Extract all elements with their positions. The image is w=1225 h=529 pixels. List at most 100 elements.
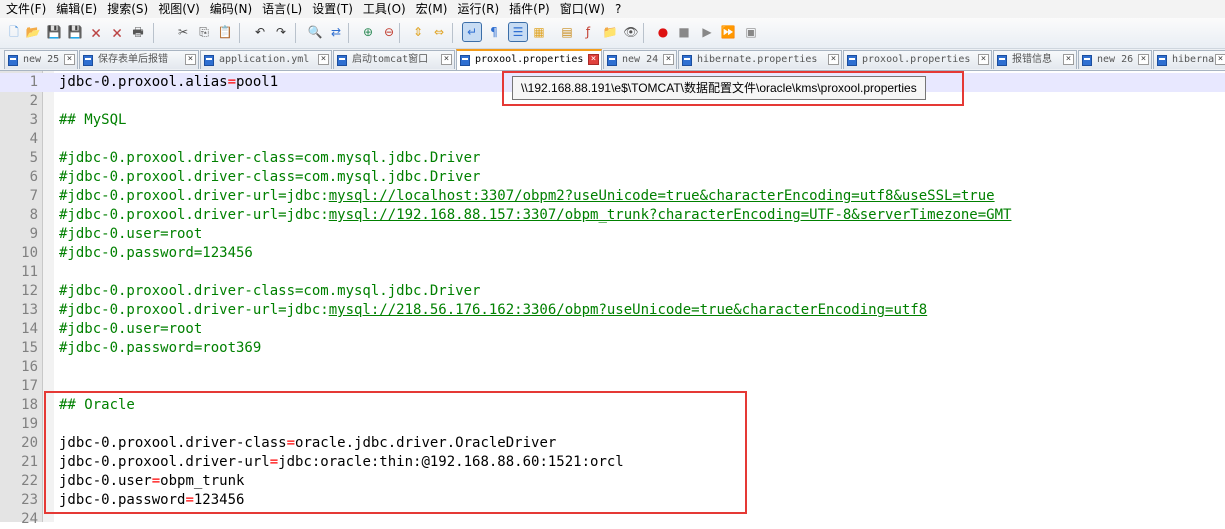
menu-edit[interactable]: 编辑(E) xyxy=(50,0,97,18)
url-link[interactable]: mysql://218.56.176.162:3306/obpm?useUnic… xyxy=(329,302,927,318)
menu-search[interactable]: 搜索(S) xyxy=(101,0,148,18)
line-number: 5 xyxy=(29,150,38,166)
folder-workspace-icon[interactable]: 📁 xyxy=(601,23,619,41)
playback-icon[interactable]: ▶ xyxy=(698,23,716,41)
file-saved-icon xyxy=(337,55,347,66)
code-line[interactable]: 9 #jdbc-0.user=root xyxy=(0,225,1225,244)
tab[interactable]: 保存表单后报错 × xyxy=(79,50,199,69)
doc-map-icon[interactable]: ▤ xyxy=(558,23,576,41)
code-line[interactable]: 8 #jdbc-0.proxool.driver-url=jdbc:mysql:/… xyxy=(0,206,1225,225)
line-number: 13 xyxy=(21,302,38,318)
menu-view[interactable]: 视图(V) xyxy=(152,0,200,18)
code-line[interactable]: 10 #jdbc-0.password=123456 xyxy=(0,244,1225,263)
run-macro-multiple-icon[interactable]: ⏩ xyxy=(719,23,737,41)
code-line[interactable]: 15 #jdbc-0.password=root369 xyxy=(0,339,1225,358)
show-all-chars-icon[interactable]: ¶ xyxy=(485,23,503,41)
code-line[interactable]: 4 xyxy=(0,130,1225,149)
line-number: 21 xyxy=(21,454,38,470)
close-tab-icon[interactable]: × xyxy=(588,54,599,65)
close-tab-icon[interactable]: × xyxy=(1063,54,1074,65)
comment-text: #jdbc-0.user=root xyxy=(59,226,203,242)
toolbar-separator xyxy=(153,23,154,43)
save-macro-icon[interactable]: ▣ xyxy=(742,23,760,41)
monitoring-icon[interactable]: 👁 xyxy=(622,23,640,41)
url-link[interactable]: mysql://localhost:3307/obpm2?useUnicode=… xyxy=(329,188,995,204)
line-number: 7 xyxy=(29,188,38,204)
tab[interactable]: proxool.properties × xyxy=(843,50,992,69)
tab[interactable]: 报错信息 × xyxy=(993,50,1077,69)
open-file-icon[interactable]: 📂 xyxy=(24,23,42,41)
save-icon[interactable]: 💾 xyxy=(45,23,63,41)
record-macro-icon[interactable]: ● xyxy=(654,23,672,41)
tab-label: new 26 xyxy=(1097,54,1134,65)
code-line[interactable]: 7 #jdbc-0.proxool.driver-url=jdbc:mysql:/… xyxy=(0,187,1225,206)
close-tab-icon[interactable]: × xyxy=(978,54,989,65)
close-tab-icon[interactable]: × xyxy=(318,54,329,65)
menu-plugins[interactable]: 插件(P) xyxy=(503,0,550,18)
url-link[interactable]: mysql://192.168.88.157:3307/obpm_trunk?c… xyxy=(329,207,1012,223)
code-line[interactable]: 16 xyxy=(0,358,1225,377)
copy-icon[interactable]: ⎘ xyxy=(195,23,213,41)
close-tab-icon[interactable]: × xyxy=(663,54,674,65)
close-tab-icon[interactable]: × xyxy=(1138,54,1149,65)
save-all-icon[interactable]: 💾 xyxy=(66,23,84,41)
tab[interactable]: new 25 × xyxy=(4,50,78,69)
close-all-icon[interactable]: 🗙 xyxy=(108,23,126,41)
close-tab-icon[interactable]: × xyxy=(828,54,839,65)
tab-active[interactable]: proxool.properties × xyxy=(456,49,602,70)
file-saved-icon xyxy=(1082,55,1092,66)
tab[interactable]: hibernate.properties × xyxy=(678,50,842,69)
menu-language[interactable]: 语言(L) xyxy=(256,0,302,18)
cut-icon[interactable]: ✂ xyxy=(174,23,192,41)
code-line[interactable]: 5 #jdbc-0.proxool.driver-class=com.mysql.… xyxy=(0,149,1225,168)
menu-settings[interactable]: 设置(T) xyxy=(306,0,353,18)
close-tab-icon[interactable]: × xyxy=(1215,54,1225,65)
menu-help[interactable]: ? xyxy=(609,0,621,18)
code-line[interactable]: 11 xyxy=(0,263,1225,282)
close-tab-icon[interactable]: × xyxy=(441,54,452,65)
word-wrap-icon[interactable]: ↵ xyxy=(462,22,482,42)
menu-window[interactable]: 窗口(W) xyxy=(554,0,605,18)
tab-label: proxool.properties xyxy=(475,54,584,65)
code-line[interactable]: 12 #jdbc-0.proxool.driver-class=com.mysql… xyxy=(0,282,1225,301)
menu-file[interactable]: 文件(F) xyxy=(0,0,46,18)
line-number: 23 xyxy=(21,492,38,508)
line-number: 24 xyxy=(21,511,38,527)
replace-icon[interactable]: ⇄ xyxy=(327,23,345,41)
zoom-in-icon[interactable]: ⊕ xyxy=(359,23,377,41)
find-icon[interactable]: 🔍 xyxy=(306,23,324,41)
line-number: 18 xyxy=(21,397,38,413)
menu-tools[interactable]: 工具(O) xyxy=(357,0,406,18)
redo-icon[interactable]: ↷ xyxy=(272,23,290,41)
comment-text: #jdbc-0.proxool.driver-class=com.mysql.j… xyxy=(59,283,481,299)
tab[interactable]: new 24 × xyxy=(603,50,677,69)
sync-vertical-icon[interactable]: ⇕ xyxy=(409,23,427,41)
tab[interactable]: 启动tomcat窗口 × xyxy=(333,50,455,69)
zoom-out-icon[interactable]: ⊖ xyxy=(380,23,398,41)
code-line[interactable]: 6 #jdbc-0.proxool.driver-class=com.mysql.… xyxy=(0,168,1225,187)
new-file-icon[interactable]: 🗋 xyxy=(5,23,23,41)
function-list-icon[interactable]: ƒ xyxy=(579,23,597,41)
menu-bar: 文件(F) 编辑(E) 搜索(S) 视图(V) 编码(N) 语言(L) 设置(T) 工具(O)… xyxy=(0,0,1225,18)
close-file-icon[interactable]: 🗙 xyxy=(87,23,105,41)
paste-icon[interactable]: 📋 xyxy=(216,23,234,41)
stop-record-icon[interactable]: ■ xyxy=(675,23,693,41)
code-line[interactable]: 3 ## MySQL xyxy=(0,111,1225,130)
tab[interactable]: hibernate× xyxy=(1153,50,1225,69)
tab[interactable]: new 26 × xyxy=(1078,50,1152,69)
close-tab-icon[interactable]: × xyxy=(64,54,75,65)
udl-icon[interactable]: ▦ xyxy=(530,23,548,41)
undo-icon[interactable]: ↶ xyxy=(251,23,269,41)
line-number: 6 xyxy=(29,169,38,185)
menu-run[interactable]: 运行(R) xyxy=(451,0,499,18)
code-line[interactable]: 13 #jdbc-0.proxool.driver-url=jdbc:mysql:… xyxy=(0,301,1225,320)
tab[interactable]: application.yml × xyxy=(200,50,332,69)
close-tab-icon[interactable]: × xyxy=(185,54,196,65)
code-line[interactable]: 14 #jdbc-0.user=root xyxy=(0,320,1225,339)
toolbar-separator xyxy=(452,23,453,43)
menu-macro[interactable]: 宏(M) xyxy=(410,0,448,18)
sync-horizontal-icon[interactable]: ⇔ xyxy=(430,23,448,41)
indent-guide-icon[interactable]: ☰ xyxy=(508,22,528,42)
menu-encoding[interactable]: 编码(N) xyxy=(204,0,252,18)
print-icon[interactable]: 🖶 xyxy=(129,23,147,41)
